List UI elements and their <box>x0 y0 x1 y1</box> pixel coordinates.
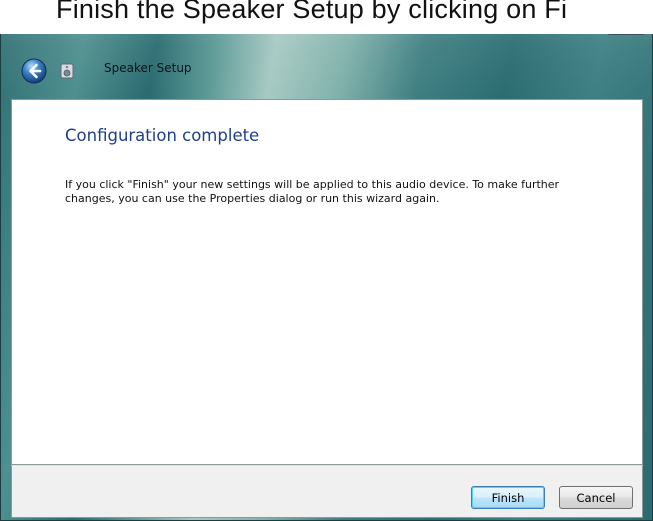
instruction-caption: Finish the Speaker Setup by clicking on … <box>0 0 653 34</box>
screenshot-stage: x Speaker Setup <box>0 0 653 521</box>
wizard-footer: Finish Cancel <box>11 465 643 518</box>
instruction-text: If you click "Finish" your new settings … <box>65 178 560 205</box>
speaker-setup-window: x Speaker Setup <box>0 4 653 521</box>
speaker-icon <box>60 63 74 79</box>
cancel-button[interactable]: Cancel <box>559 486 633 509</box>
wizard-content-panel: Configuration complete If you click "Fin… <box>11 99 643 465</box>
finish-button[interactable]: Finish <box>471 486 545 509</box>
caption-text: Finish the Speaker Setup by clicking on … <box>56 0 568 24</box>
back-arrow-icon <box>21 58 47 84</box>
window-title: Speaker Setup <box>104 61 192 75</box>
back-button[interactable] <box>21 58 47 84</box>
page-heading: Configuration complete <box>65 126 260 145</box>
